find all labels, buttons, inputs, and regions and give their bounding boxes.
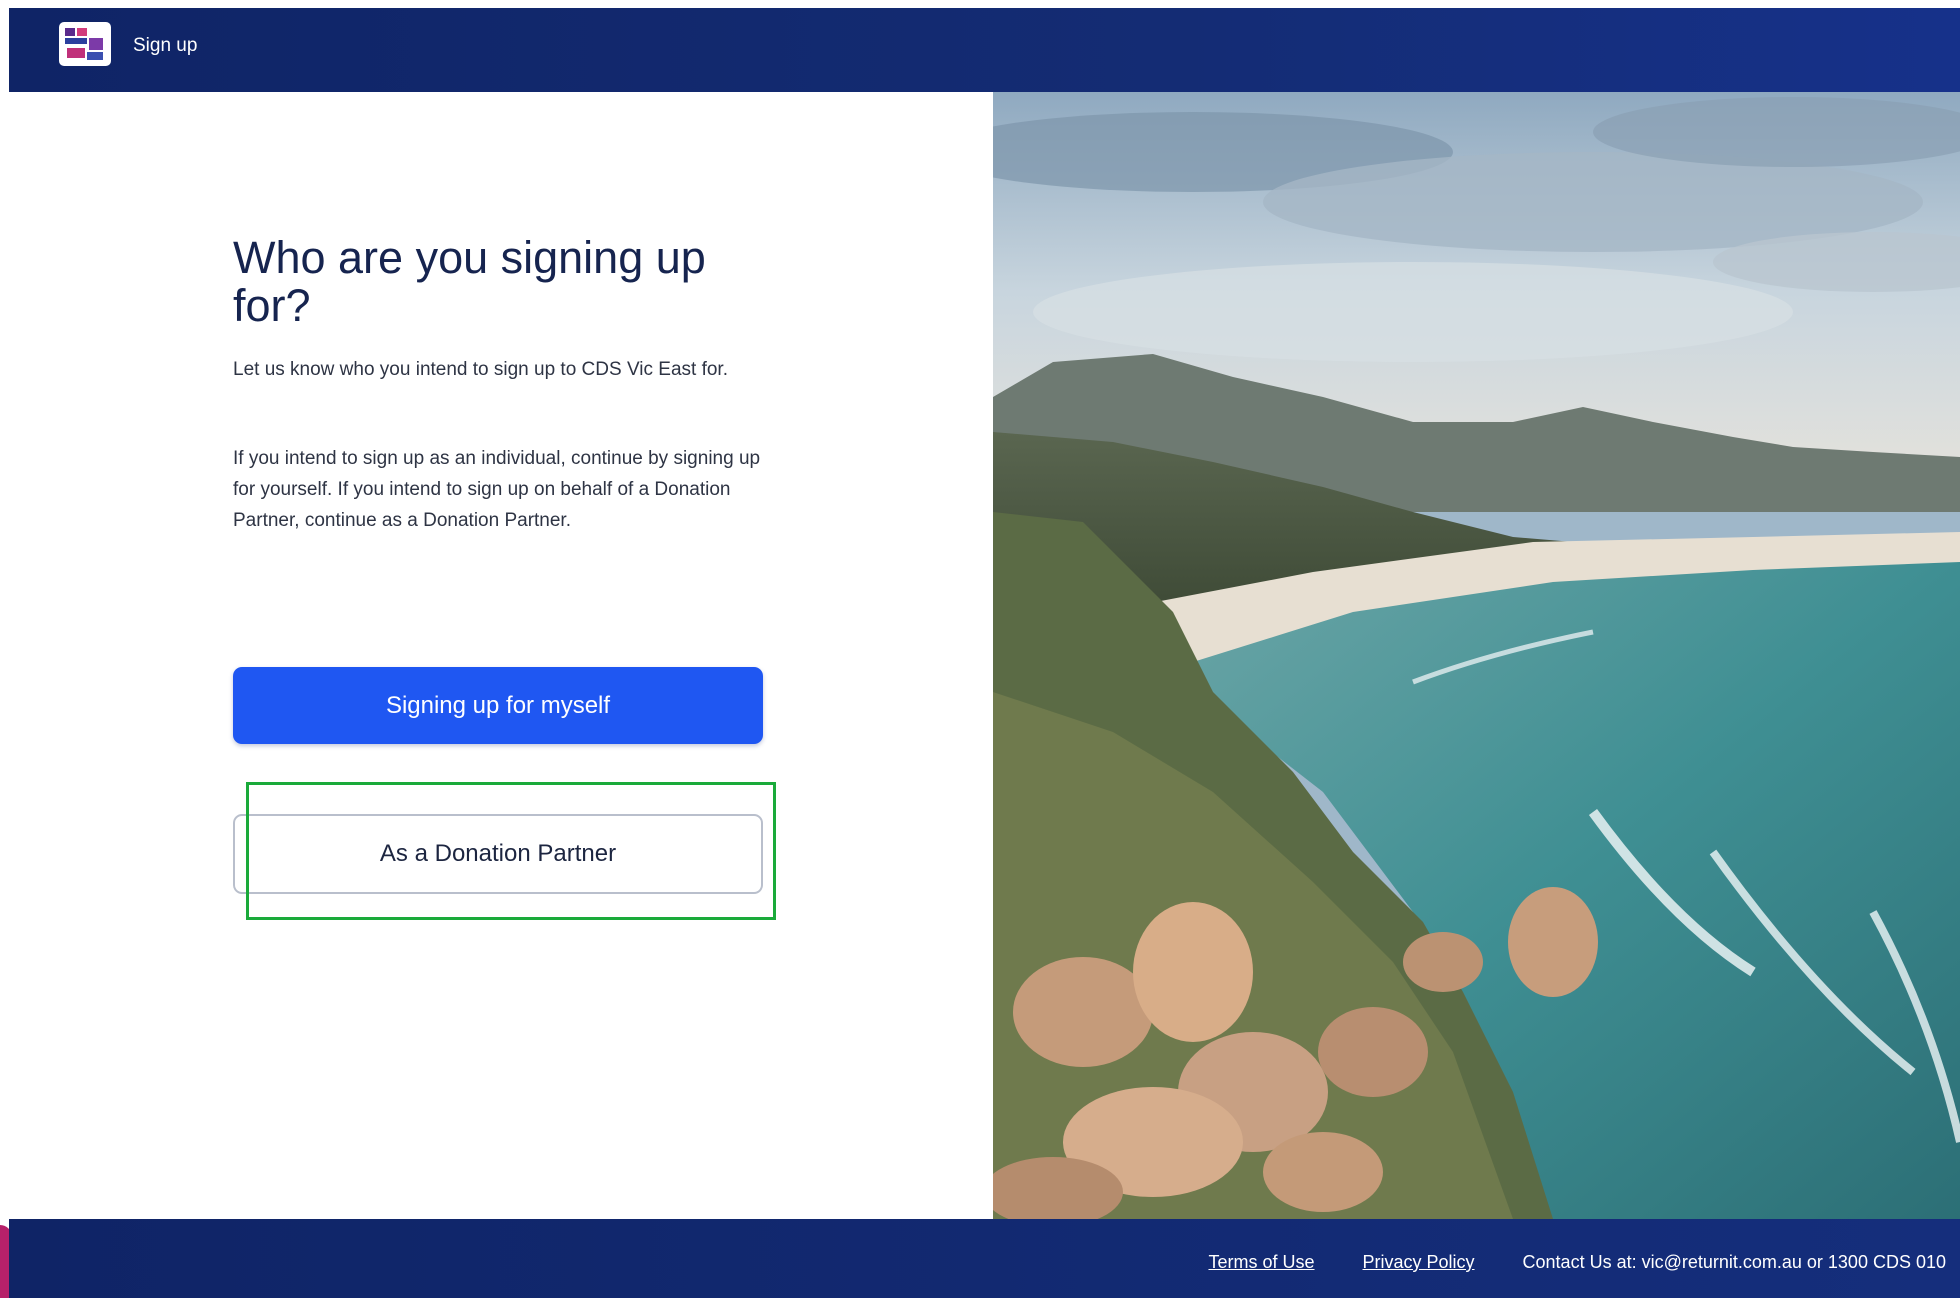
contact-info: Contact Us at: vic@returnit.com.au or 13… — [1522, 1252, 1946, 1272]
highlight-outline — [246, 782, 776, 920]
footer-bar: Terms of Use Privacy Policy Contact Us a… — [9, 1219, 1960, 1298]
instructions-text: If you intend to sign up as an individua… — [233, 448, 761, 531]
brand-logo-icon[interactable] — [59, 22, 111, 66]
header-title: Sign up — [133, 35, 198, 56]
page-title: Who are you signing up for? — [233, 232, 706, 331]
footer-links: Terms of Use Privacy Policy Contact Us a… — [1208, 1252, 1946, 1273]
intro-text: Let us know who you intend to sign up to… — [233, 359, 728, 380]
signup-panel: Who are you signing up for? Let us know … — [9, 92, 993, 1219]
coastal-landscape-image — [993, 92, 1960, 1219]
privacy-policy-link[interactable]: Privacy Policy — [1363, 1252, 1475, 1273]
terms-of-use-link[interactable]: Terms of Use — [1208, 1252, 1314, 1273]
top-header: Sign up — [9, 8, 1960, 92]
sign-up-myself-button[interactable]: Signing up for myself — [233, 667, 763, 744]
app-frame: Sign up Who are you signing up for? Let … — [9, 8, 1960, 1298]
